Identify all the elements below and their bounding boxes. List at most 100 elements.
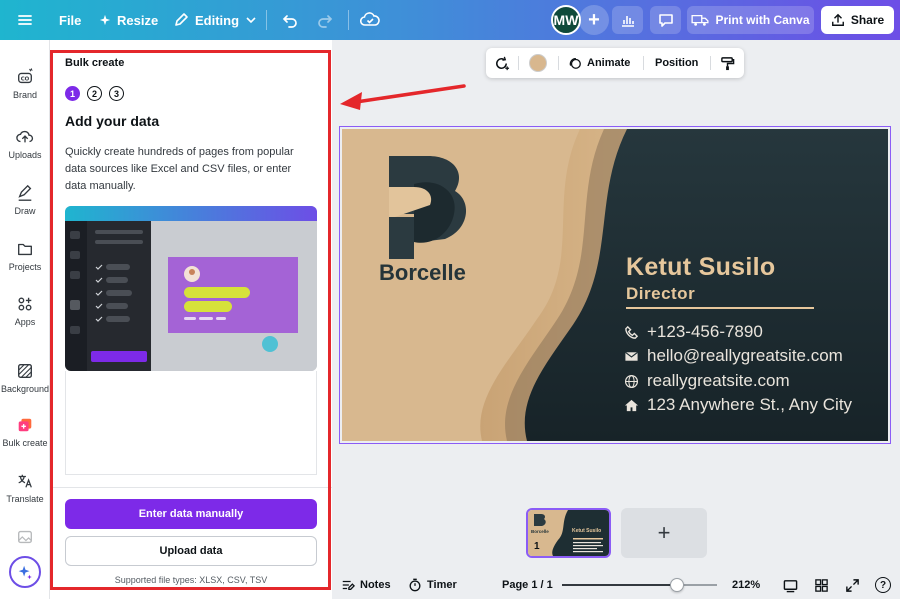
notes-icon <box>342 580 355 591</box>
card-address-row: 123 Anywhere St., Any City <box>624 395 852 415</box>
phone-icon <box>625 325 639 339</box>
timer-icon <box>409 578 421 592</box>
pages-view-icon <box>783 579 798 592</box>
panel-description: Quickly create hundreds of pages from po… <box>65 146 294 192</box>
animate-label: Animate <box>587 57 631 69</box>
toolbar-divider <box>643 56 644 70</box>
comments-button[interactable] <box>650 6 681 34</box>
translate-icon <box>18 474 32 488</box>
help-icon: ? <box>875 577 891 593</box>
rail-item-projects[interactable]: Projects <box>0 240 50 272</box>
insights-button[interactable] <box>612 6 643 34</box>
resize-button[interactable]: Resize <box>99 0 158 40</box>
undo-icon <box>282 15 297 28</box>
rail-label: Bulk create <box>2 438 48 448</box>
help-button[interactable]: ? <box>875 571 891 599</box>
image-icon <box>18 530 32 544</box>
business-card-design[interactable]: Borcelle Ketut Susilo Director +123-456-… <box>342 129 888 441</box>
hamburger-menu-icon <box>18 15 32 25</box>
sparkle-icon <box>99 14 111 26</box>
sparkles-icon <box>18 565 32 580</box>
element-toolbar: Animate Position <box>486 48 744 78</box>
rail-label: Translate <box>6 494 44 504</box>
editing-mode-dropdown[interactable]: Editing <box>173 0 257 40</box>
annotation-arrow-icon <box>340 84 466 110</box>
ai-edit-button[interactable] <box>493 48 510 78</box>
position-button[interactable]: Position <box>655 48 698 78</box>
panel-heading: Add your data <box>65 113 160 129</box>
bulk-create-icon <box>18 418 32 432</box>
notes-label: Notes <box>360 579 391 591</box>
zoom-level[interactable]: 212% <box>732 571 760 599</box>
invite-button[interactable]: + <box>579 5 609 35</box>
editing-label: Editing <box>195 12 240 28</box>
zoom-slider-fill <box>562 584 677 586</box>
resize-label: Resize <box>117 12 159 28</box>
background-icon <box>18 364 32 378</box>
footer-bar: Notes Timer Page 1 / 1 212% ? <box>332 571 900 599</box>
add-page-button[interactable]: + <box>621 508 707 558</box>
timer-button[interactable]: Timer <box>408 571 457 599</box>
card-divider-line <box>626 307 814 309</box>
redo-button[interactable] <box>316 0 334 40</box>
timer-label: Timer <box>427 579 457 591</box>
magic-assistant-button[interactable] <box>9 556 41 588</box>
animate-icon <box>569 58 581 69</box>
notes-button[interactable]: Notes <box>341 571 391 599</box>
pages-view-button[interactable] <box>783 571 798 599</box>
avatar[interactable]: MW <box>551 5 581 35</box>
page-thumbnail[interactable]: Borcelle Ketut Susilo 1 <box>526 508 611 558</box>
svg-text:CO: CO <box>21 77 30 83</box>
cloud-save-status[interactable] <box>360 0 380 40</box>
card-phone-row: +123-456-7890 <box>624 322 763 342</box>
position-label: Position <box>655 57 699 69</box>
zoom-slider-handle[interactable] <box>670 578 684 592</box>
rail-item-more[interactable] <box>0 528 50 546</box>
card-person-name: Ketut Susilo <box>626 253 776 281</box>
upload-icon <box>16 130 34 143</box>
toolbar-divider <box>518 56 519 70</box>
rail-item-uploads[interactable]: Uploads <box>0 128 50 160</box>
upload-data-button[interactable]: Upload data <box>65 536 317 566</box>
redo-icon <box>318 15 333 28</box>
apps-icon <box>18 297 32 311</box>
fullscreen-button[interactable] <box>845 571 860 599</box>
rail-item-translate[interactable]: Translate <box>0 472 50 504</box>
animate-button[interactable]: Animate <box>568 48 630 78</box>
rail-item-background[interactable]: Background <box>0 362 50 394</box>
zoom-slider[interactable] <box>562 578 717 592</box>
rail-item-draw[interactable]: Draw <box>0 184 50 216</box>
zoom-label: 212% <box>732 579 761 591</box>
draw-icon <box>18 184 32 201</box>
file-menu[interactable]: File <box>59 0 81 40</box>
comment-icon <box>658 14 673 27</box>
page-indicator[interactable]: Page 1 / 1 <box>502 571 553 599</box>
refresh-sparkle-icon <box>496 56 510 70</box>
rail-item-apps[interactable]: Apps <box>0 295 50 327</box>
rail-label: Draw <box>14 206 36 216</box>
menu-button[interactable] <box>16 0 34 40</box>
grid-view-button[interactable] <box>814 571 829 599</box>
step-1: 1 <box>65 86 80 101</box>
share-button[interactable]: Share <box>821 6 894 34</box>
rail-item-bulk-create[interactable]: Bulk create <box>0 416 50 448</box>
paint-roller-icon <box>721 56 735 70</box>
thumbnail-name: Ketut Susilo <box>572 528 602 534</box>
rail-item-brand[interactable]: CO Brand <box>0 68 50 100</box>
rail-label: Projects <box>8 262 42 272</box>
print-with-canva-button[interactable]: Print with Canva <box>687 6 814 34</box>
illustration-graphic <box>65 206 317 371</box>
file-label: File <box>59 12 82 28</box>
side-rail: CO Brand Uploads Draw Projects Apps Back… <box>0 40 50 599</box>
color-swatch-button[interactable] <box>529 48 547 78</box>
card-person-role: Director <box>626 284 696 303</box>
enter-data-manually-button[interactable]: Enter data manually <box>65 499 317 529</box>
undo-button[interactable] <box>281 0 299 40</box>
folder-icon <box>18 243 32 256</box>
rail-label: Background <box>0 384 50 394</box>
toolbar-divider <box>558 56 559 70</box>
toolbar-divider <box>348 10 349 30</box>
pencil-icon <box>175 13 188 26</box>
copy-style-button[interactable] <box>720 48 735 78</box>
rail-label: Apps <box>14 317 36 327</box>
